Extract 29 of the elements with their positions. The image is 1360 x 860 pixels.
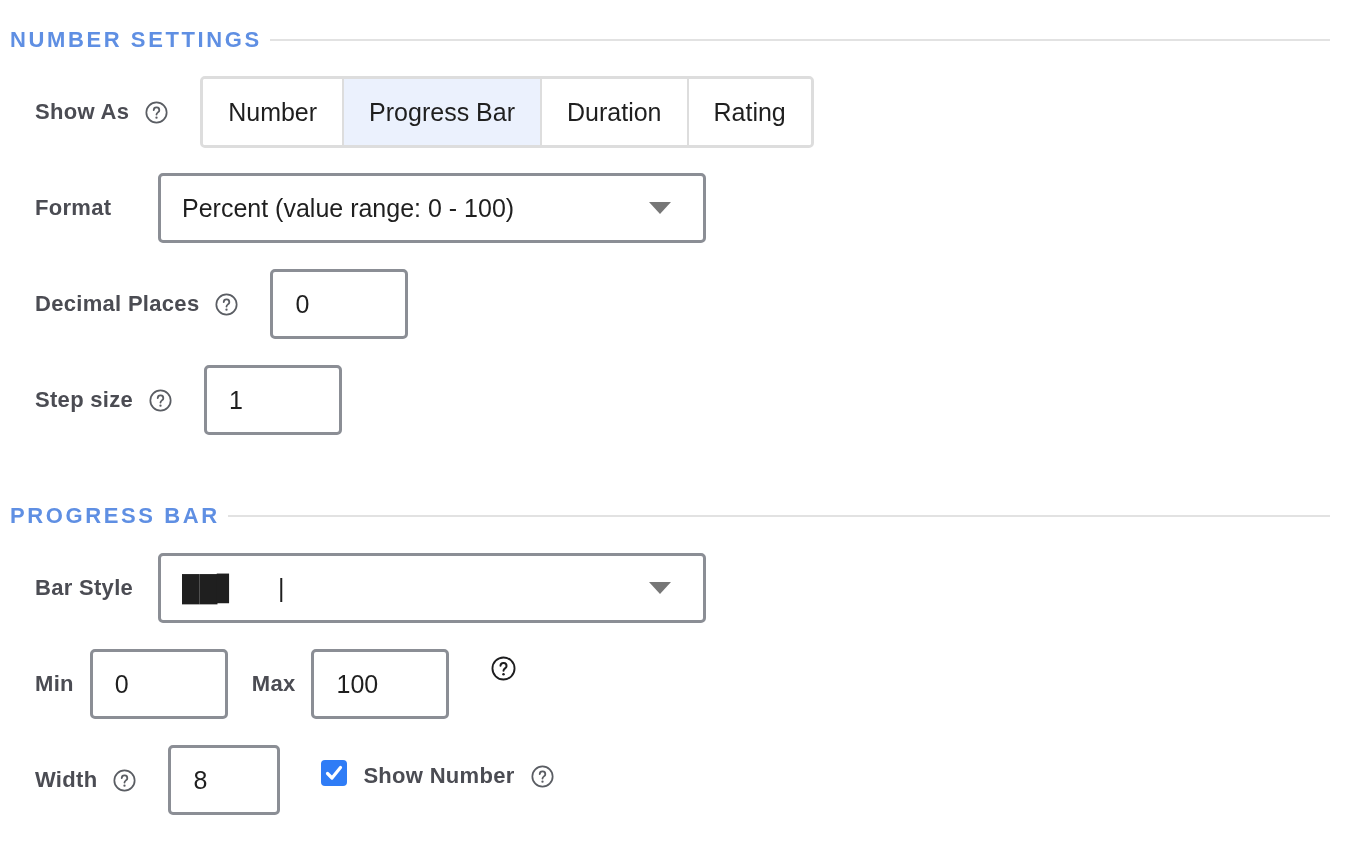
help-icon[interactable]	[145, 100, 169, 124]
field-label: Step size	[35, 387, 134, 413]
help-icon[interactable]	[113, 768, 137, 792]
help-icon[interactable]	[149, 388, 173, 412]
caret-icon	[649, 202, 671, 214]
segment-button[interactable]: Progress Bar	[342, 79, 540, 145]
field-label: Min	[35, 671, 74, 697]
number-input[interactable]: 0	[89, 649, 228, 719]
section-title: PROGRESS BAR	[10, 503, 220, 529]
dropdown-field[interactable]: ██▋ |	[158, 553, 706, 623]
caret-icon	[649, 582, 671, 594]
number-input[interactable]: 8	[168, 745, 281, 815]
dropdown-field[interactable]: Percent (value range: 0 - 100)	[158, 173, 706, 243]
help-icon[interactable]	[530, 764, 554, 788]
segment-button[interactable]: Rating	[686, 79, 811, 145]
field-label: Bar Style	[35, 575, 135, 601]
checkbox-label[interactable]: Show Number	[363, 763, 515, 789]
field-label: Decimal Places	[35, 291, 200, 317]
number-input[interactable]: 1	[204, 365, 343, 435]
section-title: NUMBER SETTINGS	[10, 27, 262, 53]
help-icon[interactable]	[491, 655, 517, 681]
number-input[interactable]: 100	[311, 649, 450, 719]
help-icon[interactable]	[215, 292, 239, 316]
field-label: Max	[251, 671, 296, 697]
checkbox[interactable]	[321, 759, 348, 786]
field-label: Show As	[35, 99, 130, 125]
number-input[interactable]: 0	[270, 269, 409, 339]
field-label: Format	[35, 195, 113, 221]
field-label: Width	[35, 767, 98, 793]
